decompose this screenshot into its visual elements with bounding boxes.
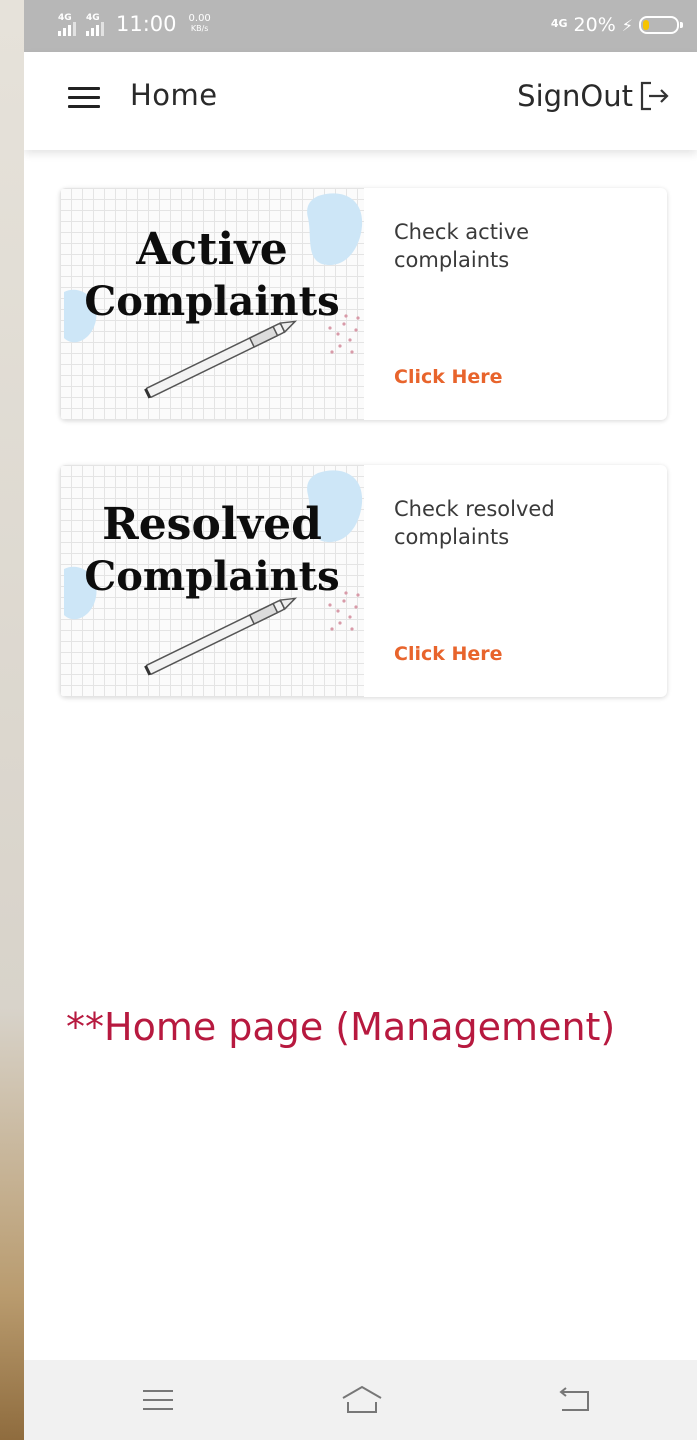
app-bar: Home SignOut [24,52,697,150]
card-image-title-line1: Resolved [102,499,322,550]
battery-icon [639,16,683,34]
active-complaints-card[interactable]: Active Complaints Check active complaint… [60,188,667,420]
sim2-signal-icon: 4G [86,14,106,36]
click-here-link[interactable]: Click Here [394,643,503,665]
home-icon[interactable] [340,1378,384,1422]
page-caption: **Home page (Management) [66,1005,616,1049]
battery-percent: 20% [573,14,616,36]
page-title: Home [130,78,218,112]
charging-bolt-icon: ⚡ [621,15,633,35]
network-speed-value: 0.00 [188,13,211,24]
resolved-complaints-card[interactable]: Resolved Complaints Check resolved compl… [60,465,667,697]
click-here-link[interactable]: Click Here [394,366,503,388]
logout-icon [640,81,669,111]
signout-button[interactable]: SignOut [517,78,673,114]
system-nav-bar [24,1360,697,1440]
menu-lines-icon[interactable] [136,1378,180,1422]
network-speed: 0.00 KB/s [189,14,211,34]
status-bar: 4G 4G 11:00 0.00 KB/s 4G 20% ⚡ [24,0,697,52]
card-image-title-line2: Complaints [84,553,340,600]
card-image-active: Active Complaints [60,188,364,420]
status-time: 11:00 [116,12,177,36]
sim1-signal-icon: 4G [58,14,78,36]
card-image-resolved: Resolved Complaints [60,465,364,697]
battery-fill [643,20,649,30]
phone-screen: 4G 4G 11:00 0.00 KB/s 4G 20% ⚡ Home Sign… [24,0,697,1440]
card-image-title-line1: Active [136,224,288,275]
network-speed-unit: KB/s [190,24,209,33]
background-backdrop [0,0,24,1440]
signout-label: SignOut [517,79,633,113]
card-image-title: Resolved Complaints [60,499,364,603]
network-type-label: 4G [550,16,568,30]
card-image-title-line2: Complaints [84,278,340,325]
back-icon[interactable] [552,1378,596,1422]
card-description: Check resolved complaints [394,497,555,549]
hamburger-menu-icon[interactable] [68,87,100,109]
status-left-group: 4G 4G 11:00 0.00 KB/s [58,12,211,36]
status-right-group: 4G 20% ⚡ [550,14,683,36]
card-image-title: Active Complaints [60,224,364,328]
card-description: Check active complaints [394,220,530,272]
